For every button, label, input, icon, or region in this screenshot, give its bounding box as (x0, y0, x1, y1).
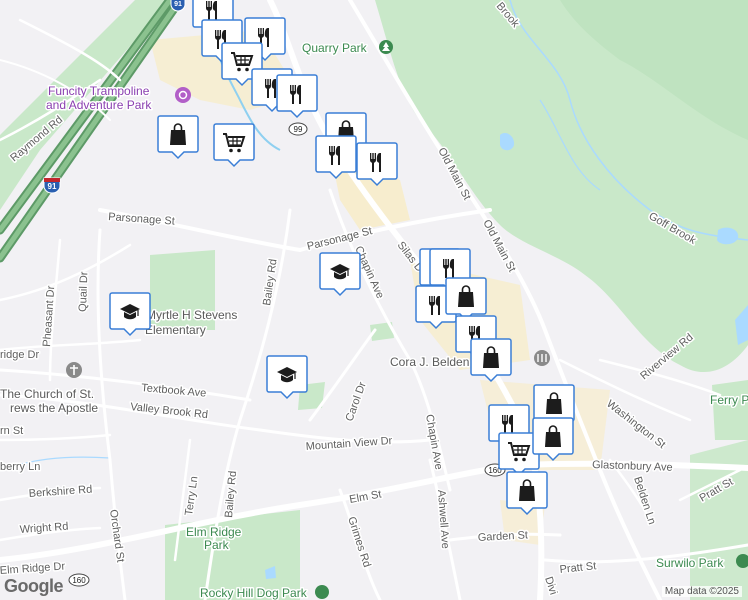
marker-pin (356, 142, 398, 187)
road-label-rn-st: rn St (0, 425, 23, 437)
google-logo: Google (4, 576, 64, 596)
ferry-park-label: Ferry P (710, 393, 748, 407)
ferry-park-place[interactable]: Ferry P (709, 392, 748, 409)
shopping-marker[interactable]: Shopping (470, 338, 512, 383)
shopping-marker[interactable]: Shopping (157, 115, 199, 160)
church-label-line2: rews the Apostle (10, 401, 98, 415)
shopping-marker[interactable]: Shopping (445, 277, 487, 322)
map-canvas[interactable]: 91 91 99 160 160 Old Main St Old Main St… (0, 0, 748, 600)
interstate-91-label: 91 (48, 182, 57, 191)
road-label-berry-ln: berry Ln (0, 461, 40, 473)
surwilo-park-label: Surwilo Park (656, 556, 724, 570)
elm-ridge-park-line1: Elm Ridge (186, 525, 242, 539)
restaurant-marker[interactable]: Restaurant (356, 142, 398, 187)
route-160-label-b: 160 (72, 576, 86, 585)
map-attribution[interactable]: Map data ©2025 (661, 586, 742, 597)
restaurant-marker[interactable]: Restaurant (315, 135, 357, 180)
church-label-line1: The Church of St. (0, 387, 94, 401)
road-label-quail-dr: Quail Dr (77, 271, 90, 312)
myrtle-label-line1: Myrtle H Stevens (146, 308, 237, 322)
road-label-ridge-dr: ridge Dr (0, 349, 39, 361)
marker-pin (276, 74, 318, 119)
route-160-shield-b: 160 (68, 573, 90, 587)
myrtle-label-line2: Elementary (145, 323, 206, 337)
interstate-91-shield-top: 91 (170, 0, 186, 12)
school-marker[interactable]: School (266, 355, 308, 400)
route-99-shield: 99 (288, 122, 308, 136)
route-99-label: 99 (294, 125, 303, 134)
interstate-91-label-top: 91 (174, 1, 182, 8)
shopping-marker[interactable]: Shopping (532, 417, 574, 462)
tree-icon (315, 585, 329, 599)
amusement-icon (175, 87, 191, 103)
interstate-91-shield: 91 (43, 177, 61, 194)
school-marker[interactable]: School (109, 292, 151, 337)
elm-ridge-park-line2: Park (204, 538, 230, 552)
funcity-label-line2: and Adventure Park (46, 98, 152, 112)
school-marker[interactable]: School (319, 252, 361, 297)
grocery-marker[interactable]: Grocery store (213, 123, 255, 168)
funcity-label-line1: Funcity Trampoline (48, 84, 150, 98)
restaurant-marker[interactable]: Restaurant (276, 74, 318, 119)
rocky-hill-dog-park-label: Rocky Hill Dog Park (200, 586, 308, 600)
shopping-marker[interactable]: Shopping (506, 471, 548, 516)
marker-pin (315, 135, 357, 180)
quarry-park-label: Quarry Park (302, 41, 368, 55)
